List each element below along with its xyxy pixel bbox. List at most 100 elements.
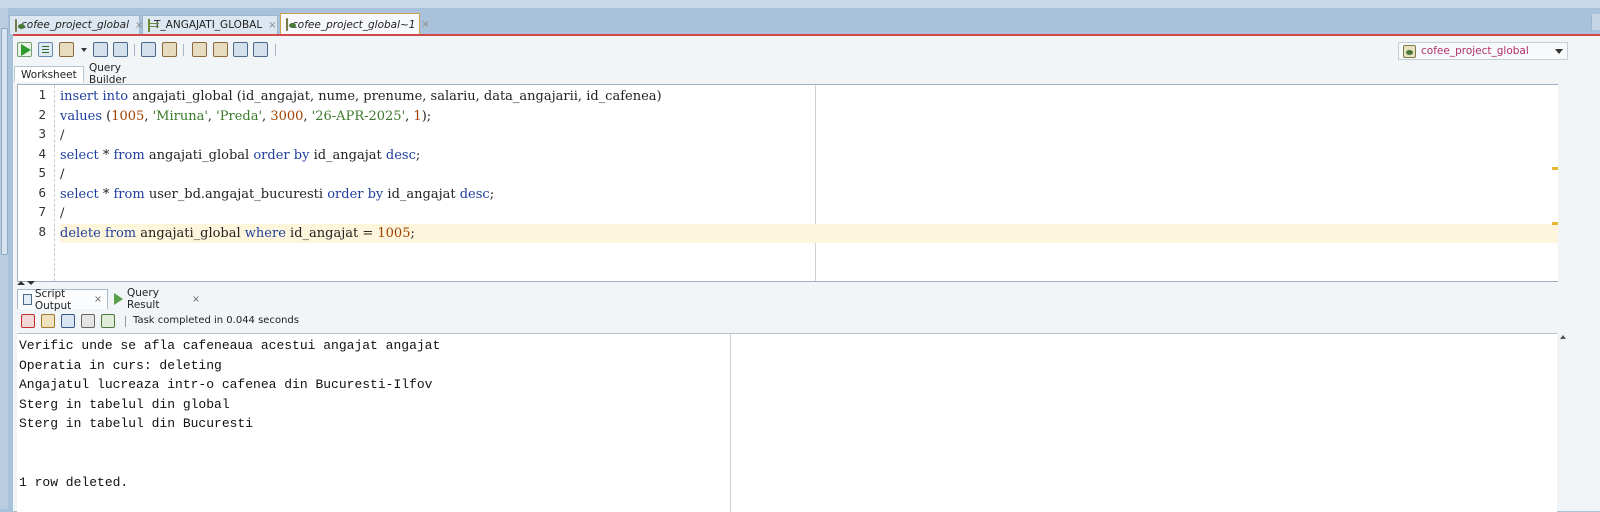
left-scrollbar-thumb[interactable] xyxy=(1,28,8,255)
task-status: Task completed in 0.044 seconds xyxy=(133,315,299,326)
code-token: where xyxy=(244,225,286,241)
code-token: angajati_global xyxy=(144,147,254,163)
tab-query-result[interactable]: Query Result × xyxy=(109,287,205,311)
database-icon xyxy=(15,18,25,32)
code-token: 1 xyxy=(413,108,422,124)
connection-selector[interactable]: cofee_project_global xyxy=(1398,42,1568,60)
code-token: select xyxy=(60,186,99,202)
play-icon xyxy=(114,293,123,305)
window-top-strip xyxy=(0,0,1600,8)
close-icon[interactable]: × xyxy=(94,294,102,305)
sql-history-icon[interactable] xyxy=(233,42,248,57)
clear-eraser-icon[interactable] xyxy=(213,42,228,57)
tab-cofee-project-global-1[interactable]: cofee_project_global~1 × xyxy=(280,13,430,35)
output-toolbar: Task completed in 0.044 seconds xyxy=(13,311,1600,331)
splitter-arrows[interactable] xyxy=(17,281,37,287)
print-icon[interactable] xyxy=(81,314,95,328)
worksheet-toolbar: cofee_project_global xyxy=(13,38,1600,62)
tab-list-button[interactable] xyxy=(1591,14,1600,30)
code-token: ; xyxy=(410,225,415,241)
code-line[interactable]: / xyxy=(60,165,1558,184)
code-token: * xyxy=(98,147,114,163)
code-token: delete xyxy=(60,225,101,241)
commit-icon[interactable] xyxy=(141,42,156,57)
code-token: , xyxy=(207,108,217,124)
tab-label: Query Result xyxy=(127,287,160,311)
code-line[interactable]: delete from angajati_global where id_ang… xyxy=(60,223,1558,243)
tab-worksheet-label: Worksheet xyxy=(21,68,77,81)
code-token: from xyxy=(113,186,145,202)
output-tab-bar: Script Output × Query Result × xyxy=(13,287,613,312)
code-token: 1005 xyxy=(377,225,411,241)
code-token: / xyxy=(60,206,65,221)
table-icon xyxy=(148,18,159,32)
chevron-down-icon[interactable] xyxy=(1555,49,1563,54)
format-sql-icon[interactable] xyxy=(253,42,268,57)
tab-label: T_ANGAJATI_GLOBAL xyxy=(154,19,263,31)
code-line[interactable]: values (1005, 'Miruna', 'Preda', 3000, '… xyxy=(60,107,1558,126)
worksheet-panel: cofee_project_global Worksheet Query Bui… xyxy=(13,34,1600,512)
tab-cofee-project-global[interactable]: cofee_project_global × xyxy=(9,15,143,34)
output-vertical-scrollbar[interactable] xyxy=(1558,333,1568,511)
line-number: 6 xyxy=(38,184,46,200)
code-line[interactable]: / xyxy=(60,126,1558,145)
output-line: Sterg in tabelul din global xyxy=(19,396,230,412)
explain-plan-icon[interactable] xyxy=(93,42,108,57)
tab-query-builder[interactable]: Query Builder xyxy=(83,62,163,86)
editor-vertical-scrollbar[interactable] xyxy=(1558,84,1568,282)
code-token: order by xyxy=(327,186,384,202)
tab-script-output[interactable]: Script Output × xyxy=(17,288,108,312)
code-line[interactable]: select * from angajati_global order by i… xyxy=(60,146,1558,165)
rollback-icon[interactable] xyxy=(162,42,177,57)
line-number-gutter: 1 2 3 4 5 6 7 8 xyxy=(18,85,55,281)
code-token: ; xyxy=(415,147,421,163)
tab-query-builder-label: Query Builder xyxy=(89,62,127,86)
code-line[interactable]: select * from user_bd.angajat_bucuresti … xyxy=(60,185,1558,204)
output-line: Angajatul lucreaza intr-o cafenea din Bu… xyxy=(19,377,433,392)
run-script-icon[interactable] xyxy=(38,42,53,57)
line-number: 8 xyxy=(38,223,46,239)
code-token: insert xyxy=(60,89,99,104)
close-icon[interactable]: × xyxy=(192,294,200,305)
toolbar-divider xyxy=(125,316,126,327)
code-line[interactable]: / xyxy=(60,204,1558,223)
code-token: values xyxy=(60,108,102,124)
worksheet-subtabs: Worksheet Query Builder xyxy=(13,62,313,86)
line-number: 1 xyxy=(38,87,46,102)
code-token: ); xyxy=(421,108,432,124)
tab-worksheet[interactable]: Worksheet xyxy=(14,66,84,82)
chevron-down-icon[interactable] xyxy=(81,48,87,52)
sql-tuning-icon[interactable] xyxy=(113,42,128,57)
save-icon[interactable] xyxy=(61,314,75,328)
line-number: 4 xyxy=(38,145,46,161)
database-icon xyxy=(286,18,296,31)
code-token: * xyxy=(98,186,114,202)
code-token: ( xyxy=(102,108,112,124)
code-token: id_angajat = xyxy=(285,225,378,241)
code-line[interactable]: insert into angajati_global (id_angajat,… xyxy=(60,87,1558,106)
eraser-icon[interactable] xyxy=(41,314,55,328)
code-token: order by xyxy=(253,147,310,163)
save-to-file-icon[interactable] xyxy=(101,314,115,328)
script-output-area[interactable]: Verific unde se afla cafeneaua acestui a… xyxy=(17,333,1557,512)
code-area[interactable]: insert into angajati_global (id_angajat,… xyxy=(60,85,1558,281)
sql-editor[interactable]: 12345678 insert into angajati_global (id… xyxy=(17,84,1559,282)
autotrace-icon[interactable] xyxy=(59,42,74,57)
code-token: / xyxy=(60,167,65,182)
unshared-worksheet-icon[interactable] xyxy=(192,42,207,57)
code-token: id_angajat xyxy=(383,186,460,202)
close-icon[interactable]: × xyxy=(268,20,276,31)
line-number: 2 xyxy=(38,106,46,122)
code-token: select xyxy=(60,147,99,163)
code-token: , xyxy=(303,108,312,124)
code-token: desc xyxy=(385,147,416,163)
run-statement-icon[interactable] xyxy=(17,42,32,57)
pin-icon[interactable] xyxy=(21,314,35,328)
tab-label: cofee_project_global~1 xyxy=(292,18,416,31)
code-token: angajati_global xyxy=(136,225,245,241)
tab-t-angajati-global[interactable]: T_ANGAJATI_GLOBAL × xyxy=(142,15,278,34)
close-icon[interactable]: × xyxy=(422,19,430,30)
connection-name: cofee_project_global xyxy=(1421,45,1529,57)
output-line: Sterg in tabelul din Bucuresti xyxy=(19,416,254,431)
left-scrollbar[interactable] xyxy=(0,8,8,509)
